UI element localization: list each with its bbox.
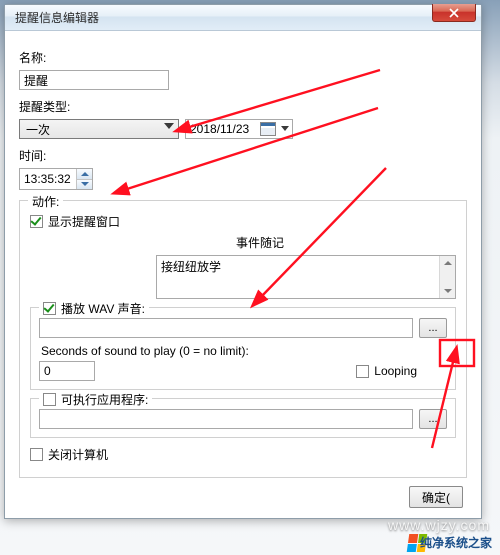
show-window-checkbox[interactable]: 显示提醒窗口 bbox=[30, 213, 456, 230]
window-title: 提醒信息编辑器 bbox=[15, 9, 99, 26]
wav-browse-button[interactable]: ... bbox=[419, 318, 447, 338]
scrollbar[interactable] bbox=[439, 256, 455, 298]
close-button[interactable] bbox=[432, 4, 476, 22]
play-wav-checkbox[interactable]: 播放 WAV 声音: bbox=[43, 300, 145, 317]
wav-legend: 播放 WAV 声音: bbox=[39, 300, 149, 317]
type-combobox[interactable]: 一次 bbox=[19, 119, 179, 139]
exec-browse-button[interactable]: ... bbox=[419, 409, 447, 429]
action-legend: 动作: bbox=[28, 193, 63, 210]
label-type: 提醒类型: bbox=[19, 98, 467, 115]
shutdown-checkbox[interactable]: 关闭计算机 bbox=[30, 446, 456, 463]
date-picker[interactable]: 2018/11/23 bbox=[185, 119, 293, 139]
seconds-input[interactable]: 0 bbox=[39, 361, 95, 381]
triangle-down-icon bbox=[444, 289, 452, 293]
spin-up[interactable] bbox=[77, 169, 92, 180]
watermark-text: www.wjzy.com bbox=[388, 517, 490, 533]
close-icon bbox=[449, 8, 459, 18]
looping-checkbox[interactable]: Looping bbox=[356, 364, 417, 378]
triangle-down-icon bbox=[81, 182, 89, 186]
scroll-down[interactable] bbox=[440, 284, 455, 298]
checkbox-icon bbox=[43, 302, 56, 315]
checkbox-icon bbox=[30, 215, 43, 228]
exec-path-input[interactable] bbox=[39, 409, 413, 429]
titlebar: 提醒信息编辑器 bbox=[5, 5, 481, 31]
play-wav-label: 播放 WAV 声音: bbox=[61, 300, 145, 317]
chevron-down-icon bbox=[281, 126, 289, 131]
dialog-content: 名称: 提醒类型: 一次 2018/11/23 时间: 13:35:32 动作: bbox=[5, 31, 481, 518]
note-value: 接纽纽放学 bbox=[161, 260, 221, 274]
triangle-up-icon bbox=[444, 261, 452, 265]
checkbox-icon bbox=[30, 448, 43, 461]
chevron-down-icon bbox=[164, 123, 174, 129]
dialog-window: 提醒信息编辑器 名称: 提醒类型: 一次 2018/11/23 时间: 13:3… bbox=[4, 4, 482, 519]
exec-legend: 可执行应用程序: bbox=[39, 391, 152, 408]
scroll-up[interactable] bbox=[440, 256, 455, 270]
checkbox-icon bbox=[43, 393, 56, 406]
spin-down[interactable] bbox=[77, 180, 92, 190]
seconds-label: Seconds of sound to play (0 = no limit): bbox=[41, 344, 447, 358]
dialog-footer: 确定( bbox=[19, 478, 467, 508]
note-textarea[interactable]: 接纽纽放学 bbox=[156, 255, 456, 299]
triangle-up-icon bbox=[81, 172, 89, 176]
show-window-label: 显示提醒窗口 bbox=[48, 213, 120, 230]
looping-label: Looping bbox=[374, 364, 417, 378]
action-group: 动作: 显示提醒窗口 事件随记 接纽纽放学 bbox=[19, 200, 467, 478]
exec-label: 可执行应用程序: bbox=[61, 391, 148, 408]
event-note-label: 事件随记 bbox=[200, 234, 320, 251]
spin-buttons bbox=[76, 169, 92, 189]
label-name: 名称: bbox=[19, 49, 467, 66]
type-value: 一次 bbox=[26, 121, 50, 138]
time-spinner[interactable]: 13:35:32 bbox=[19, 168, 93, 190]
exec-checkbox[interactable]: 可执行应用程序: bbox=[43, 391, 148, 408]
shutdown-label: 关闭计算机 bbox=[48, 446, 108, 463]
wav-path-input[interactable] bbox=[39, 318, 413, 338]
brand-text: 纯净系统之家 bbox=[420, 534, 492, 551]
name-input[interactable] bbox=[19, 70, 169, 90]
date-value: 2018/11/23 bbox=[190, 122, 249, 136]
ok-button[interactable]: 确定( bbox=[409, 486, 463, 508]
calendar-icon bbox=[260, 122, 276, 136]
exec-group: 可执行应用程序: ... bbox=[30, 398, 456, 438]
time-value: 13:35:32 bbox=[20, 172, 76, 186]
label-time: 时间: bbox=[19, 147, 467, 164]
checkbox-icon bbox=[356, 365, 369, 378]
wav-group: 播放 WAV 声音: ... Seconds of sound to play … bbox=[30, 307, 456, 390]
